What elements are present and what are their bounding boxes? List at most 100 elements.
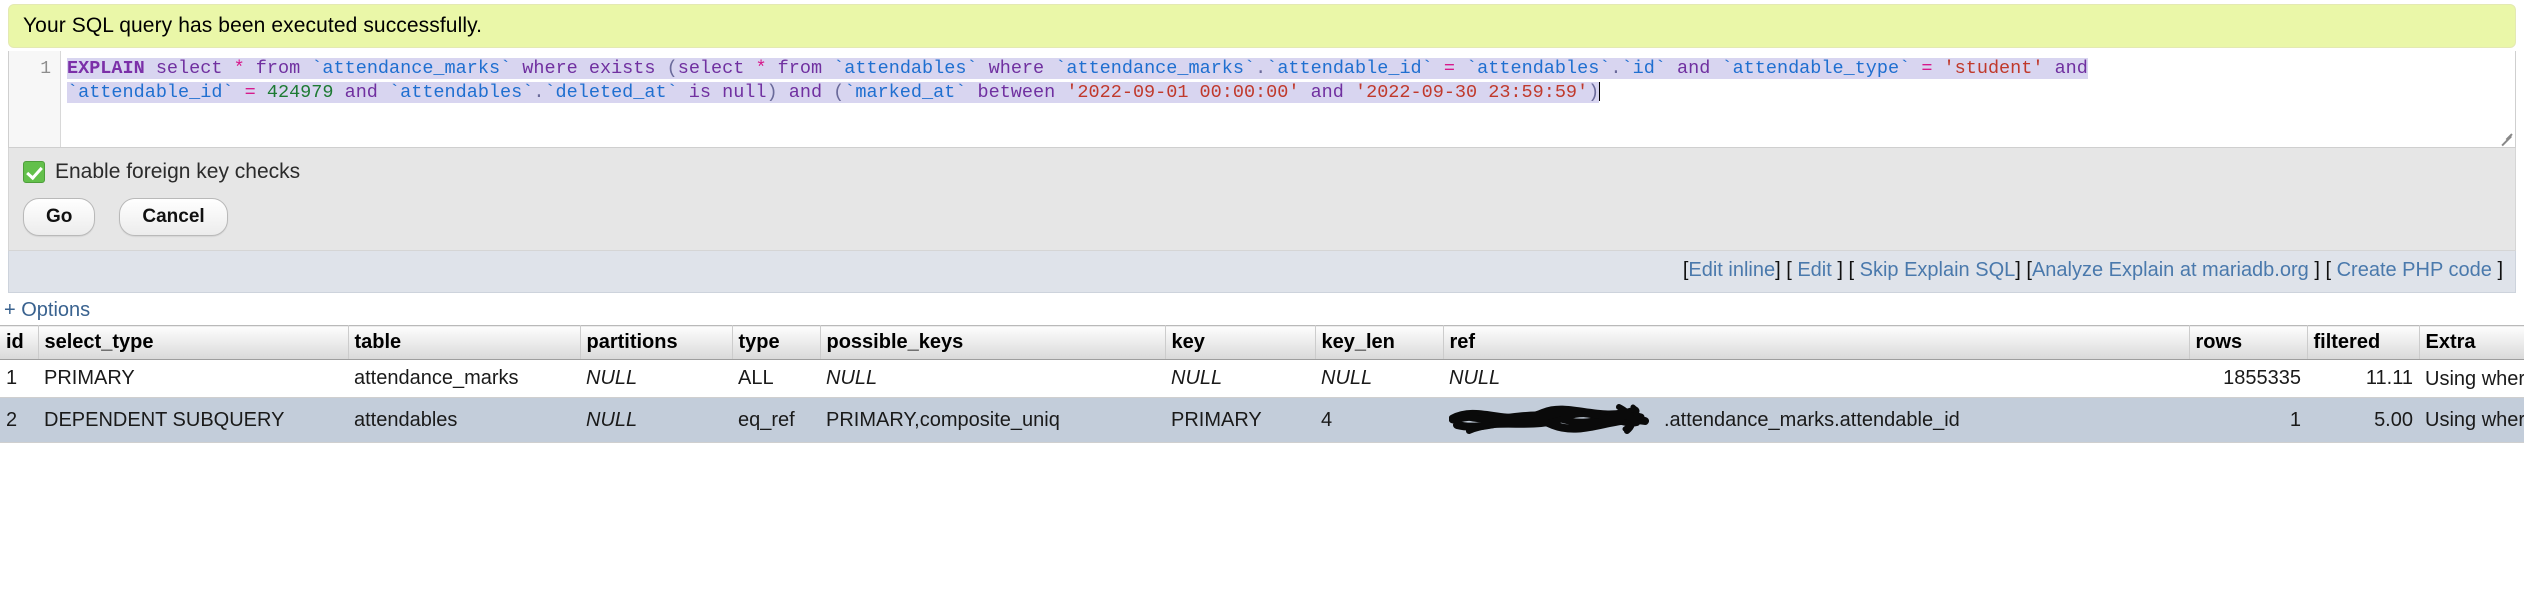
header-ref[interactable]: ref xyxy=(1443,325,2190,360)
bracket-open-2: [ xyxy=(1848,259,1855,281)
create-php-code-link[interactable]: Create PHP code xyxy=(2337,259,2492,281)
sql-editor[interactable]: 1 EXPLAIN select * from `attendance_mark… xyxy=(8,51,2516,148)
success-banner: Your SQL query has been executed success… xyxy=(8,4,2516,48)
options-toggle-link[interactable]: + Options xyxy=(4,299,90,321)
sql-token-ref-attendables: `attendables` xyxy=(1466,58,1611,79)
cell-extra: Using where xyxy=(2419,359,2524,398)
table-row[interactable]: 2 DEPENDENT SUBQUERY attendables NULL eq… xyxy=(0,397,2524,443)
sql-token-and4: and xyxy=(788,82,823,103)
cancel-button[interactable]: Cancel xyxy=(119,198,228,236)
sql-token-and1: and xyxy=(1677,58,1711,79)
sql-token-select: select xyxy=(155,58,223,79)
sql-query-text[interactable]: EXPLAIN select * from `attendance_marks`… xyxy=(61,51,2515,147)
sql-token-table-attendance-marks: `attendance_marks` xyxy=(311,58,512,79)
table-row[interactable]: 1 PRIMARY attendance_marks NULL ALL NULL… xyxy=(0,359,2524,398)
bracket-open-1: [ xyxy=(1786,259,1792,281)
sql-token-paren-close1: ) xyxy=(766,82,778,103)
header-select-type[interactable]: select_type xyxy=(38,325,349,360)
go-button[interactable]: Go xyxy=(23,198,96,236)
cell-table: attendance_marks xyxy=(348,359,580,398)
edit-link[interactable]: Edit xyxy=(1797,259,1831,281)
line-number: 1 xyxy=(40,59,51,79)
bracket-close-4: ] xyxy=(2497,259,2503,281)
cell-partitions: NULL xyxy=(580,397,732,443)
sql-token-col-attendable-id2: `attendable_id` xyxy=(67,82,234,103)
sql-token-date-start: '2022-09-01 00:00:00' xyxy=(1066,82,1300,103)
cell-key: NULL xyxy=(1165,359,1315,398)
sql-token-paren-open2: ( xyxy=(833,82,845,103)
sql-token-dot1: . xyxy=(1255,58,1267,79)
cell-id: 2 xyxy=(0,397,38,443)
cell-filtered: 11.11 xyxy=(2307,359,2419,398)
bracket-close-0: ] xyxy=(1775,259,1781,281)
header-id[interactable]: id xyxy=(0,325,39,360)
sql-token-col-id: `id` xyxy=(1621,58,1666,79)
sql-token-from2: from xyxy=(777,58,823,79)
query-options-panel: Enable foreign key checks Go Cancel xyxy=(8,148,2516,251)
sql-token-star2: * xyxy=(755,58,767,79)
options-toggle[interactable]: + Options xyxy=(0,293,2524,325)
sql-token-paren-close2: ) xyxy=(1588,82,1600,103)
line-number-gutter: 1 xyxy=(9,51,61,147)
bracket-open-4: [ xyxy=(2325,259,2332,281)
sql-token-ref-attendance-marks: `attendance_marks` xyxy=(1055,58,1256,79)
cell-id: 1 xyxy=(0,359,38,398)
sql-token-and5: and xyxy=(1310,82,1344,103)
cell-extra: Using where xyxy=(2419,397,2524,443)
sql-token-is-null: is null xyxy=(688,82,767,103)
redaction-scribble-icon xyxy=(1449,404,1664,435)
cell-select-type: DEPENDENT SUBQUERY xyxy=(38,397,348,443)
cell-possible-keys: PRIMARY,composite_uniq xyxy=(820,397,1165,443)
textarea-resize-handle[interactable] xyxy=(2497,129,2513,146)
foreign-key-checks-row[interactable]: Enable foreign key checks xyxy=(23,160,2501,184)
sql-token-date-end: '2022-09-30 23:59:59' xyxy=(1355,82,1589,103)
sql-token-where2: where xyxy=(988,58,1045,79)
header-rows[interactable]: rows xyxy=(2189,325,2308,360)
text-caret xyxy=(1599,82,1601,101)
sql-token-str-student: 'student' xyxy=(1943,58,2044,79)
sql-token-col-marked-at: `marked_at` xyxy=(844,82,967,103)
skip-explain-sql-link[interactable]: Skip Explain SQL xyxy=(1860,259,2016,281)
explain-results-table: id select_type table partitions type pos… xyxy=(0,325,2524,443)
query-action-links-bar: [ Edit inline] [ Edit ] [ Skip Explain SQ… xyxy=(8,251,2516,293)
bracket-close-2: ] xyxy=(2015,259,2021,281)
sql-token-paren-open: ( xyxy=(666,58,678,79)
sql-token-dot3: . xyxy=(533,82,545,103)
cell-ref-suffix: .attendance_marks.attendable_id xyxy=(1664,409,1960,431)
cell-key-len: NULL xyxy=(1315,359,1443,398)
sql-token-eq2: = xyxy=(1921,58,1933,79)
analyze-explain-mariadb-link[interactable]: Analyze Explain at mariadb.org xyxy=(2032,259,2309,281)
edit-inline-link[interactable]: Edit inline xyxy=(1688,259,1775,281)
cell-possible-keys: NULL xyxy=(820,359,1165,398)
phpmyadmin-sql-result-page: Your SQL query has been executed success… xyxy=(0,4,2524,443)
table-header-row: id select_type table partitions type pos… xyxy=(0,325,2524,360)
sql-token-eq3: = xyxy=(244,82,256,103)
success-message: Your SQL query has been executed success… xyxy=(23,14,483,37)
sql-token-explain: EXPLAIN xyxy=(67,58,145,79)
cell-rows: 1855335 xyxy=(2189,359,2307,398)
cell-type: ALL xyxy=(732,359,820,398)
header-type[interactable]: type xyxy=(732,325,821,360)
sql-token-eq1: = xyxy=(1443,58,1455,79)
header-extra[interactable]: Extra xyxy=(2419,325,2524,360)
header-table[interactable]: table xyxy=(348,325,581,360)
foreign-key-checks-label: Enable foreign key checks xyxy=(55,160,301,183)
cell-select-type: PRIMARY xyxy=(38,359,348,398)
checkbox-checked-icon[interactable] xyxy=(23,161,45,183)
sql-token-and3: and xyxy=(344,82,378,103)
header-key[interactable]: key xyxy=(1165,325,1316,360)
sql-token-number-424979: 424979 xyxy=(266,82,334,103)
header-key-len[interactable]: key_len xyxy=(1315,325,1444,360)
cell-filtered: 5.00 xyxy=(2307,397,2419,443)
sql-token-dot2: . xyxy=(1610,58,1622,79)
header-partitions[interactable]: partitions xyxy=(580,325,733,360)
sql-token-and2: and xyxy=(2054,58,2088,79)
cell-key: PRIMARY xyxy=(1165,397,1315,443)
sql-token-from: from xyxy=(255,58,301,79)
bracket-close-3: ] xyxy=(2314,259,2320,281)
sql-token-subselect: select xyxy=(677,58,745,79)
sql-token-where-exists: where exists xyxy=(522,58,656,79)
header-possible-keys[interactable]: possible_keys xyxy=(820,325,1166,360)
cell-rows: 1 xyxy=(2189,397,2307,443)
header-filtered[interactable]: filtered xyxy=(2307,325,2420,360)
